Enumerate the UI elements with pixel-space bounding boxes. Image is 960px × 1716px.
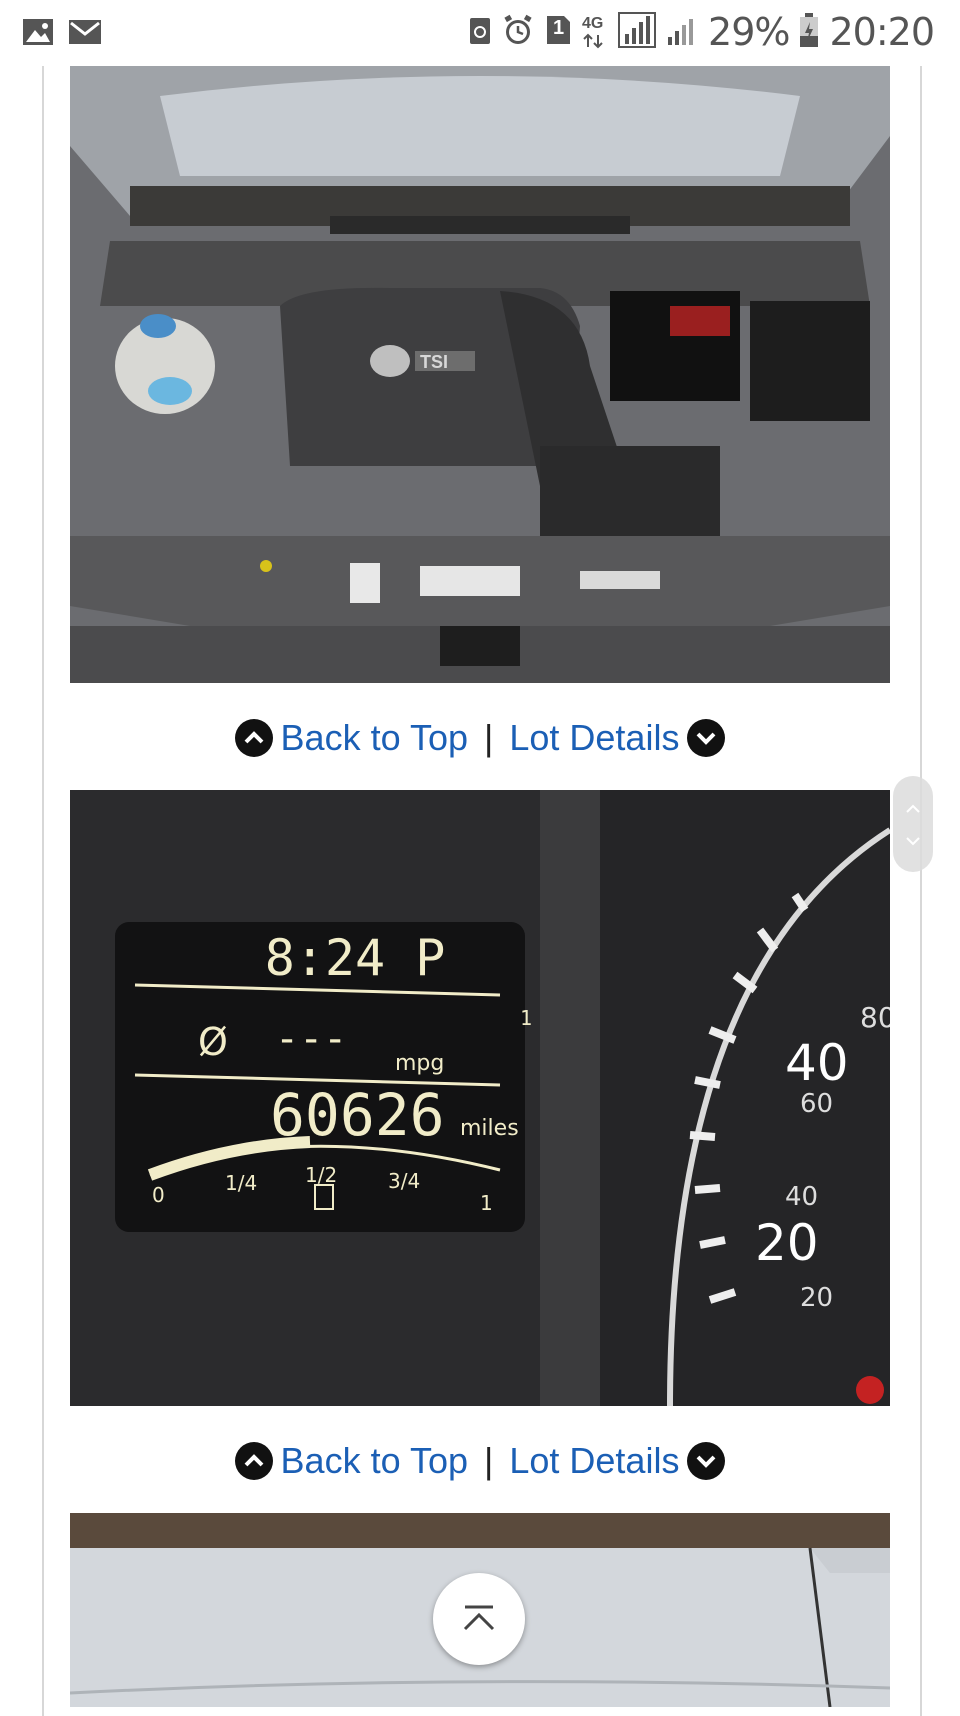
photo-nav-row: Back to Top | Lot Details [0, 1431, 960, 1491]
status-bar: 1 4G 29% 20:20 [0, 0, 960, 66]
alarm-icon [502, 14, 534, 51]
signal-icon [666, 13, 698, 52]
fuel-label: 1/4 [225, 1171, 257, 1195]
sim-icon: 1 [544, 14, 572, 51]
trip-number: 1 [520, 1006, 532, 1030]
fuel-label: 0 [152, 1183, 165, 1207]
odometer-photo[interactable]: 8:24 P 1 Ø --- mpg 60626 miles 0 1/4 1/2… [70, 790, 890, 1406]
engine-bay-photo[interactable]: TSI [70, 66, 890, 683]
chevron-up-icon[interactable] [234, 1442, 273, 1480]
fuel-label: 1/2 [305, 1163, 337, 1187]
lot-details-link[interactable]: Lot Details [509, 717, 679, 759]
mpg-value: --- [275, 1016, 347, 1062]
back-to-top-link[interactable]: Back to Top [281, 717, 468, 759]
nav-separator: | [484, 717, 494, 758]
mpg-unit: mpg [395, 1051, 444, 1076]
speed-label: 20 [755, 1214, 819, 1272]
speed-label: 40 [785, 1034, 849, 1092]
recycle-icon [468, 14, 492, 51]
photo-nav-row: Back to Top | Lot Details [0, 708, 960, 768]
network-4g-icon: 4G [582, 15, 608, 49]
nav-separator: | [484, 1440, 494, 1481]
back-to-top-link[interactable]: Back to Top [281, 1440, 468, 1482]
fuel-label: 1 [480, 1191, 493, 1215]
fuel-label: 3/4 [388, 1169, 420, 1193]
scroll-top-icon [463, 1605, 495, 1631]
chevron-down-icon[interactable] [687, 719, 726, 757]
chevron-up-icon[interactable] [234, 719, 273, 757]
engine-badge: TSI [420, 352, 448, 372]
gmail-icon [68, 16, 102, 53]
lot-details-link[interactable]: Lot Details [509, 1440, 679, 1482]
odometer-unit: miles [460, 1116, 519, 1141]
battery-percent: 29% [708, 10, 790, 54]
image-icon [22, 16, 54, 53]
chevron-down-icon[interactable] [687, 1442, 726, 1480]
avg-symbol: Ø [198, 1020, 228, 1064]
speed-label: 60 [800, 1089, 833, 1119]
dash-clock: 8:24 P [265, 929, 446, 987]
fast-scroll-handle[interactable] [893, 776, 933, 872]
battery-icon [799, 12, 819, 53]
signal-icon [618, 11, 657, 53]
speed-label: 40 [785, 1182, 818, 1212]
speed-label: 20 [800, 1283, 833, 1313]
clock: 20:20 [829, 10, 935, 54]
scroll-to-top-button[interactable] [433, 1573, 525, 1665]
speed-label: 80 [860, 1001, 890, 1034]
